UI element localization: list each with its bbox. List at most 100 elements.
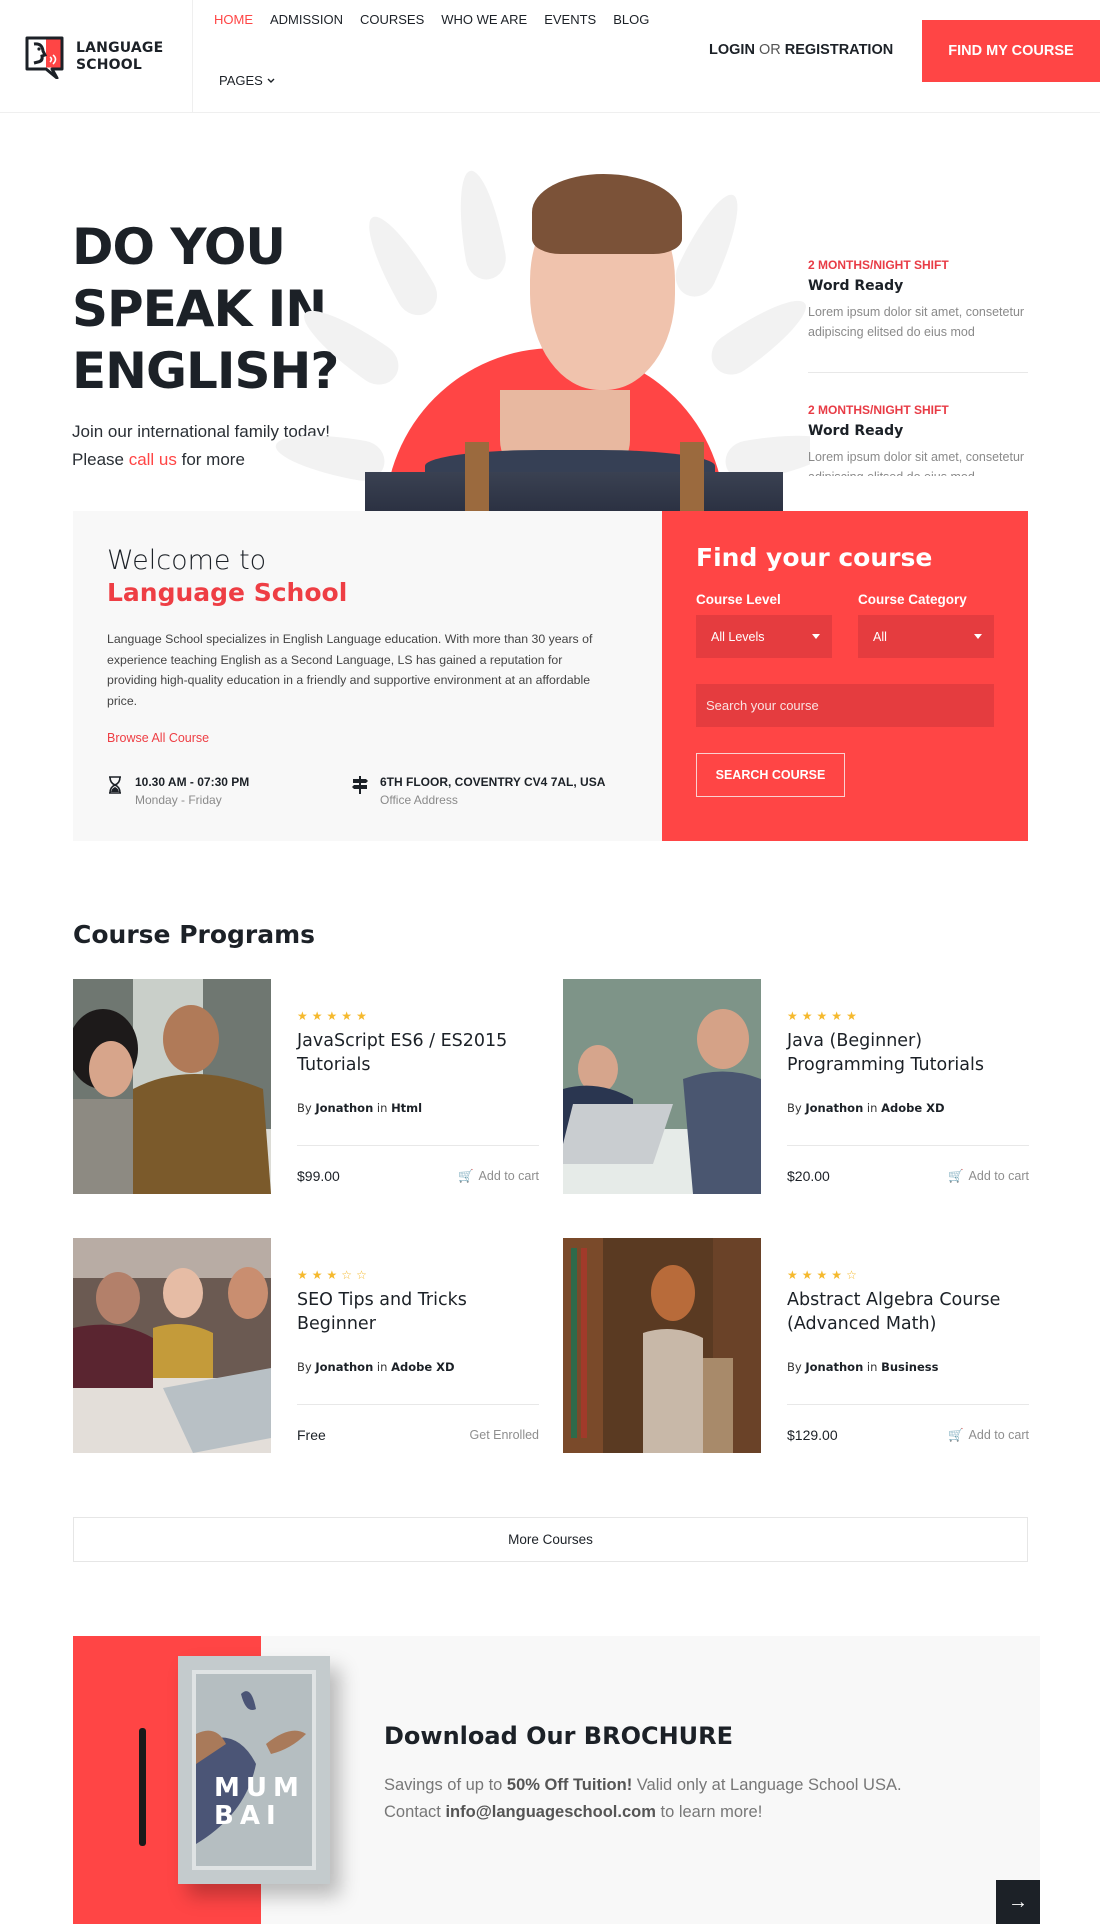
- course-price: $129.00: [787, 1427, 838, 1443]
- rating-stars: ★ ★ ★ ★ ★: [297, 1009, 539, 1023]
- chevron-down-icon: [267, 78, 275, 83]
- course-meta: By Jonathon in Adobe XD: [787, 1101, 945, 1115]
- star-filled-icon: ★: [787, 1009, 798, 1023]
- add-to-cart-button[interactable]: 🛒 Add to cart: [948, 1428, 1029, 1443]
- nav-admission[interactable]: ADMISSION: [270, 12, 343, 27]
- signpost-icon: [352, 776, 368, 794]
- hours-info: 10.30 AM - 07:30 PM Monday - Friday: [107, 775, 352, 807]
- nav-pages-dropdown[interactable]: PAGES: [219, 73, 275, 88]
- course-level-label: Course Level: [696, 592, 781, 607]
- star-filled-icon: ★: [831, 1268, 843, 1282]
- call-us-link[interactable]: call us: [129, 450, 177, 469]
- star-filled-icon: ★: [801, 1268, 813, 1282]
- course-image[interactable]: [563, 979, 761, 1194]
- course-image[interactable]: [563, 1238, 761, 1453]
- find-my-course-button[interactable]: FIND MY COURSE: [922, 20, 1100, 82]
- star-filled-icon: ★: [846, 1009, 857, 1023]
- course-title[interactable]: JavaScript ES6 / ES2015 Tutorials: [297, 1029, 539, 1081]
- course-title[interactable]: SEO Tips and Tricks Beginner: [297, 1288, 539, 1340]
- course-price: Free: [297, 1427, 326, 1443]
- course-price: $20.00: [787, 1168, 830, 1184]
- course-programs-title: Course Programs: [73, 920, 316, 949]
- find-course-title: Find your course: [696, 543, 933, 572]
- course-card: ★ ★ ★ ★ ☆ Abstract Algebra Course (Advanced …: [563, 1238, 1029, 1453]
- star-filled-icon: ★: [326, 1009, 338, 1023]
- nav-courses[interactable]: COURSES: [360, 12, 424, 27]
- login-link[interactable]: LOGIN: [709, 42, 755, 58]
- logo-speaker-icon: [25, 36, 64, 79]
- star-filled-icon: ★: [356, 1009, 367, 1023]
- course-image[interactable]: [73, 979, 271, 1194]
- brochure-title: Download Our BROCHURE: [384, 1722, 734, 1750]
- logo-text: LANGUAGE SCHOOL: [76, 39, 164, 73]
- course-card: ★ ★ ★ ★ ★ Java (Beginner) Programming Tutori…: [563, 979, 1029, 1194]
- caret-down-icon: [974, 634, 982, 639]
- star-filled-icon: ★: [816, 1009, 828, 1023]
- course-meta: By Jonathon in Html: [297, 1101, 423, 1115]
- hero-student-image: [270, 150, 810, 512]
- add-to-cart-button[interactable]: 🛒 Add to cart: [948, 1169, 1029, 1184]
- star-filled-icon: ★: [787, 1268, 798, 1282]
- rating-stars: ★ ★ ★ ★ ☆: [787, 1268, 1029, 1282]
- hourglass-icon: [109, 776, 121, 794]
- search-course-button[interactable]: SEARCH COURSE: [696, 753, 845, 797]
- or-text: OR: [758, 42, 781, 58]
- star-filled-icon: ★: [341, 1009, 353, 1023]
- shift-list: 2 MONTHS/NIGHT SHIFT Word Ready Lorem ip…: [808, 258, 1028, 476]
- nav-blog[interactable]: BLOG: [613, 12, 649, 27]
- logo[interactable]: LANGUAGE SCHOOL: [0, 0, 193, 113]
- pen-image: [139, 1728, 146, 1846]
- course-category-select[interactable]: All: [858, 615, 994, 658]
- site-header: LANGUAGE SCHOOL HOME ADMISSION COURSES W…: [0, 0, 1100, 113]
- star-filled-icon: ★: [831, 1009, 843, 1023]
- star-filled-icon: ★: [801, 1009, 813, 1023]
- rating-stars: ★ ★ ★ ★ ★: [787, 1009, 1029, 1023]
- star-filled-icon: ★: [311, 1268, 323, 1282]
- nav-who-we-are[interactable]: WHO WE ARE: [441, 12, 527, 27]
- nav-pages-label: PAGES: [219, 73, 263, 88]
- course-category-label: Course Category: [858, 592, 967, 607]
- main-nav: HOME ADMISSION COURSES WHO WE ARE EVENTS…: [214, 12, 649, 27]
- browse-all-course-link[interactable]: Browse All Course: [107, 731, 209, 745]
- star-filled-icon: ★: [311, 1009, 323, 1023]
- more-courses-button[interactable]: More Courses: [73, 1517, 1028, 1562]
- book-title: MUM BAI: [214, 1773, 305, 1831]
- course-level-select[interactable]: All Levels: [696, 615, 832, 658]
- star-empty-icon: ☆: [356, 1268, 367, 1282]
- cart-icon: 🛒: [457, 1168, 474, 1183]
- email-link[interactable]: info@languageschool.com: [445, 1803, 655, 1821]
- star-empty-icon: ☆: [341, 1268, 353, 1282]
- add-to-cart-button[interactable]: 🛒 Add to cart: [458, 1169, 539, 1184]
- star-filled-icon: ★: [297, 1268, 308, 1282]
- auth-links: LOGIN OR REGISTRATION: [709, 42, 893, 58]
- caret-down-icon: [812, 634, 820, 639]
- course-meta: By Jonathon in Adobe XD: [297, 1360, 455, 1374]
- welcome-panel: Welcome to Language School Language Scho…: [73, 511, 662, 841]
- registration-link[interactable]: REGISTRATION: [785, 42, 893, 58]
- brochure-section: MUM BAI Download Our BROCHURE Savings of …: [73, 1636, 1040, 1924]
- star-empty-icon: ☆: [846, 1268, 857, 1282]
- course-price: $99.00: [297, 1168, 340, 1184]
- nav-events[interactable]: EVENTS: [544, 12, 596, 27]
- course-card: ★ ★ ★ ☆ ☆ SEO Tips and Tricks Beginner By Jo…: [73, 1238, 539, 1453]
- find-course-panel: Find your course Course Level All Levels…: [662, 511, 1028, 841]
- course-meta: By Jonathon in Business: [787, 1360, 939, 1374]
- cart-icon: 🛒: [947, 1427, 964, 1442]
- nav-home[interactable]: HOME: [214, 12, 253, 27]
- course-title[interactable]: Java (Beginner) Programming Tutorials: [787, 1029, 1029, 1081]
- course-card: ★ ★ ★ ★ ★ JavaScript ES6 / ES2015 Tutorials …: [73, 979, 539, 1194]
- brochure-book-image: MUM BAI: [178, 1656, 330, 1884]
- cart-icon: 🛒: [947, 1168, 964, 1183]
- welcome-heading: Welcome to: [107, 545, 267, 576]
- shift-item: 2 MONTHS/NIGHT SHIFT Word Ready Lorem ip…: [808, 258, 1028, 373]
- course-image[interactable]: [73, 1238, 271, 1453]
- course-title[interactable]: Abstract Algebra Course (Advanced Math): [787, 1288, 1029, 1340]
- course-search-input[interactable]: [696, 684, 994, 727]
- get-enrolled-button[interactable]: Get Enrolled: [470, 1428, 539, 1442]
- welcome-text: Language School specializes in English L…: [107, 632, 593, 708]
- brochure-arrow-button[interactable]: →: [996, 1880, 1040, 1924]
- brochure-text: Savings of up to 50% Off Tuition! Valid …: [384, 1776, 902, 1821]
- arrow-right-icon: →: [1008, 1890, 1028, 1913]
- rating-stars: ★ ★ ★ ☆ ☆: [297, 1268, 539, 1282]
- star-filled-icon: ★: [297, 1009, 308, 1023]
